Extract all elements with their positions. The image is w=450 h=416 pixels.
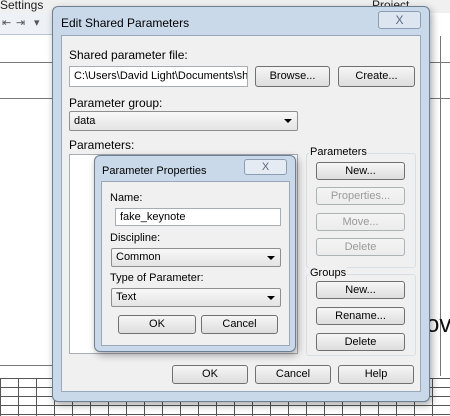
tool-icon[interactable]: ⇥	[16, 16, 25, 29]
parameters-label: Parameters:	[69, 138, 135, 152]
properties-button[interactable]: Properties...	[316, 187, 405, 205]
type-of-parameter-label: Type of Parameter:	[110, 272, 204, 284]
discipline-value: Common	[116, 251, 161, 263]
groups-group-title: Groups	[309, 267, 348, 279]
delete-parameter-button[interactable]: Delete	[316, 238, 405, 256]
type-of-parameter-value: Text	[116, 291, 137, 303]
drawing-line	[0, 62, 52, 63]
properties-ok-button[interactable]: OK	[118, 315, 196, 334]
create-button[interactable]: Create...	[338, 66, 415, 87]
dialog-title: Edit Shared Parameters	[61, 16, 190, 30]
move-button[interactable]: Move...	[316, 213, 405, 231]
properties-dialog-title: Parameter Properties	[102, 165, 207, 177]
parameter-group-select[interactable]: data	[69, 111, 298, 131]
discipline-select[interactable]: Common	[111, 248, 281, 267]
name-input[interactable]: fake_keynote	[115, 208, 281, 226]
drawing-line	[0, 365, 52, 366]
close-icon[interactable]: X	[378, 11, 421, 29]
delete-group-button[interactable]: Delete	[316, 333, 405, 351]
chevron-down-icon	[267, 256, 275, 260]
type-of-parameter-select[interactable]: Text	[111, 288, 281, 307]
properties-dialog-body: Name: fake_keynote Discipline: Common Ty…	[101, 181, 290, 346]
new-group-button[interactable]: New...	[316, 281, 405, 299]
rename-group-button[interactable]: Rename...	[316, 307, 405, 325]
parameter-group-label: Parameter group:	[69, 96, 163, 110]
chevron-down-icon	[284, 119, 292, 123]
tool-icon[interactable]: ⇤	[2, 16, 11, 29]
parameter-group-value: data	[74, 115, 96, 127]
shared-file-path-field[interactable]: C:\Users\David Light\Documents\shared_	[69, 66, 248, 87]
name-label: Name:	[110, 192, 143, 204]
browse-button[interactable]: Browse...	[255, 66, 330, 87]
shared-file-label: Shared parameter file:	[69, 48, 188, 62]
settings-tab-label[interactable]: Settings	[0, 0, 43, 12]
new-parameter-button[interactable]: New...	[316, 162, 405, 180]
dropdown-arrow-icon[interactable]: ▾	[34, 16, 40, 29]
ok-button[interactable]: OK	[172, 365, 248, 384]
discipline-label: Discipline:	[110, 232, 161, 244]
parameters-group-title: Parameters	[309, 146, 368, 158]
parameter-properties-dialog: Parameter Properties X Name: fake_keynot…	[94, 155, 296, 352]
drawing-line	[0, 98, 52, 99]
chevron-down-icon	[267, 296, 275, 300]
close-icon[interactable]: X	[244, 159, 287, 175]
help-button[interactable]: Help	[338, 365, 414, 384]
properties-cancel-button[interactable]: Cancel	[201, 315, 278, 334]
cancel-button[interactable]: Cancel	[255, 365, 331, 384]
